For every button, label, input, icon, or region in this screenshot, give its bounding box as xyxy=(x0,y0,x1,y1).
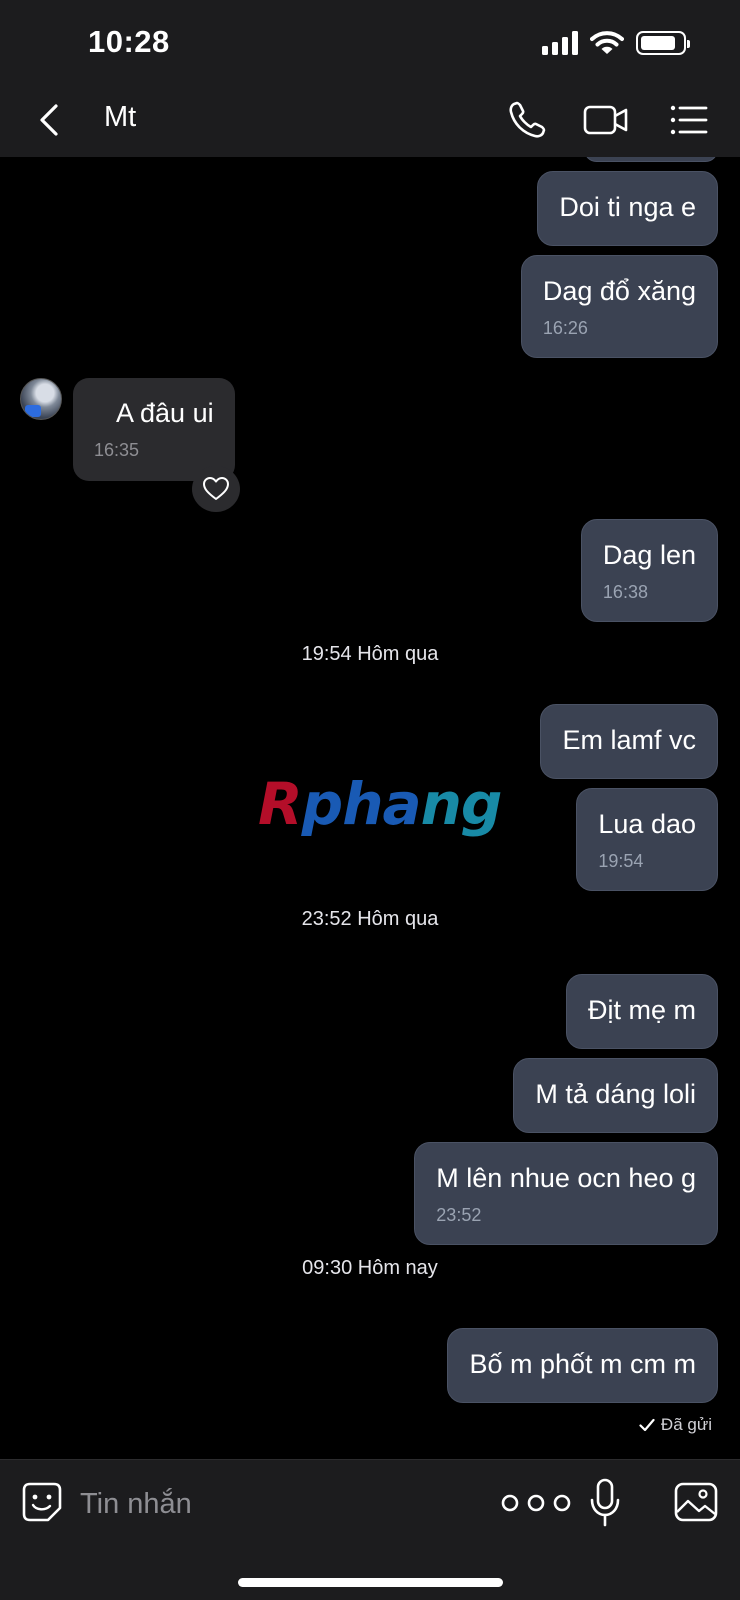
avatar[interactable] xyxy=(20,378,62,420)
battery-icon xyxy=(636,31,690,55)
message-text: Bố m phốt m cm m xyxy=(469,1349,696,1379)
battery-level xyxy=(641,36,675,50)
watermark-logo: Rphang xyxy=(258,770,502,838)
message-text: Dag len xyxy=(602,540,696,570)
signal-icon xyxy=(542,31,578,55)
message-bubble[interactable]: M tả dáng loli xyxy=(513,1058,718,1133)
back-button[interactable] xyxy=(30,100,70,140)
microphone-icon[interactable] xyxy=(588,1478,622,1528)
date-separator: 23:52 Hôm qua xyxy=(301,908,439,930)
message-bubble[interactable]: M lên nhue ocn heo g 23:52 xyxy=(414,1142,718,1245)
sticker-icon[interactable] xyxy=(20,1480,64,1524)
checkmark-icon xyxy=(639,1418,655,1432)
status-icons xyxy=(542,30,690,56)
message-bubble[interactable]: Em lamf vc xyxy=(540,704,718,779)
message-bubble[interactable]: Dag đổ xăng 16:26 xyxy=(520,255,718,358)
message-bubble[interactable]: Bố m phốt m cm m xyxy=(447,1328,718,1403)
message-bubble[interactable]: Địt mẹ m xyxy=(566,974,718,1049)
date-separator: 09:30 Hôm nay xyxy=(302,1257,438,1279)
heart-icon xyxy=(203,477,229,500)
top-bar: 10:28 Mt xyxy=(0,0,740,157)
wifi-icon xyxy=(590,31,624,54)
message-time: 16:35 xyxy=(94,440,140,460)
home-indicator[interactable] xyxy=(238,1578,503,1587)
message-text: Địt mẹ m xyxy=(588,995,696,1025)
list-menu-icon[interactable] xyxy=(666,98,712,142)
phone-icon[interactable] xyxy=(505,98,551,142)
message-time: 23:52 xyxy=(436,1205,482,1225)
message-text: A đâu ui xyxy=(116,398,214,428)
video-camera-icon[interactable] xyxy=(583,98,629,142)
contact-name[interactable]: Mt xyxy=(104,101,136,134)
message-text: Lua dao xyxy=(598,809,696,839)
message-bubble[interactable]: Dag len 16:38 xyxy=(580,519,718,622)
react-heart-button[interactable] xyxy=(192,466,240,512)
message-bubble[interactable]: Lua dao 19:54 xyxy=(576,788,718,891)
sent-status-text: Đã gửi xyxy=(660,1415,712,1434)
message-text: Em lamf vc xyxy=(562,725,696,755)
image-gallery-icon[interactable] xyxy=(673,1480,719,1524)
message-bubble[interactable]: Doi ti nga e xyxy=(537,171,718,246)
status-time: 10:28 xyxy=(88,24,170,59)
message-bubble-partial[interactable] xyxy=(584,157,718,162)
message-time: 16:26 xyxy=(542,318,588,338)
date-separator: 19:54 Hôm qua xyxy=(301,643,439,665)
message-text: Doi ti nga e xyxy=(559,192,696,222)
sent-status: Đã gửi xyxy=(639,1415,712,1435)
message-input[interactable] xyxy=(80,1484,460,1524)
message-time: 19:54 xyxy=(598,851,644,871)
more-options-icon[interactable] xyxy=(498,1488,574,1518)
message-text: Dag đổ xăng xyxy=(542,276,696,306)
composer-bar xyxy=(0,1459,740,1600)
message-text: M lên nhue ocn heo g xyxy=(436,1163,696,1193)
message-time: 16:38 xyxy=(602,582,648,602)
message-text: M tả dáng loli xyxy=(535,1079,696,1109)
